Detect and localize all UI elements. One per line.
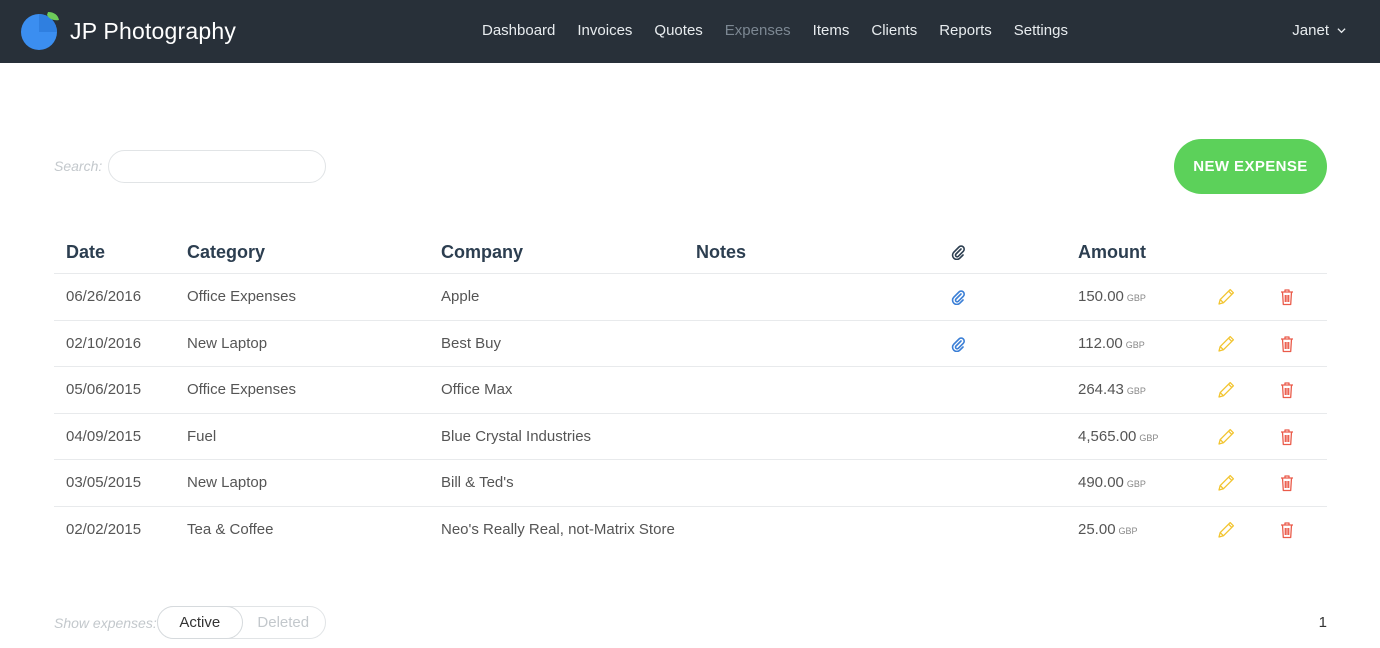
top-navbar: JP Photography Dashboard Invoices Quotes… [0,0,1380,63]
cell-company: Office Max [441,381,513,398]
header-amount[interactable]: Amount [1078,242,1146,263]
currency-code: GBP [1126,293,1146,303]
currency-code: GBP [1126,479,1146,489]
pencil-icon[interactable] [1216,380,1236,400]
amount-value: 4,565.00 [1078,427,1137,445]
amount-value: 25.00 [1078,520,1116,538]
cell-date: 05/06/2015 [66,381,142,398]
table-row[interactable]: 02/10/2016 New Laptop Best Buy 112.00 GBP [54,321,1327,367]
cell-amount: 4,565.00 GBP [1078,428,1158,445]
toggle-deleted[interactable]: Deleted [242,607,326,638]
main-nav: Dashboard Invoices Quotes Expenses Items… [482,0,1090,60]
cell-company: Blue Crystal Industries [441,427,592,445]
paperclip-icon [950,244,966,260]
search-label: Search: [54,158,103,174]
cell-amount: 264.43 GBP [1078,381,1146,398]
logo-icon [20,11,60,51]
chevron-down-icon [1337,26,1346,35]
show-expenses-toggle: Active Deleted [157,606,326,639]
table-body: 06/26/2016 Office Expenses Apple 150.00 GBP 0… [54,274,1327,553]
pencil-icon[interactable] [1216,287,1236,307]
currency-code: GBP [1126,386,1146,396]
pencil-icon[interactable] [1216,520,1236,540]
cell-category: Office Expenses [187,288,296,305]
nav-clients[interactable]: Clients [871,22,917,39]
table-row[interactable]: 02/02/2015 Tea & Coffee Neo's Really Real,… [54,507,1327,554]
header-category[interactable]: Category [187,242,265,263]
cell-amount: 490.00 GBP [1078,474,1146,491]
trash-icon[interactable] [1280,474,1294,492]
user-name: Janet [1292,21,1329,39]
nav-quotes[interactable]: Quotes [654,22,702,39]
new-expense-button[interactable]: NEW EXPENSE [1174,139,1327,194]
nav-reports[interactable]: Reports [939,22,992,39]
cell-company: Bill & Ted's [441,474,514,491]
paperclip-icon[interactable] [950,336,966,352]
trash-icon[interactable] [1280,428,1294,446]
cell-company: Neo's Really Real, not-Matrix Store [441,520,675,538]
expenses-table: Date Category Company Notes Amount 06/26… [54,230,1327,553]
cell-amount: 112.00 GBP [1078,335,1145,352]
paperclip-icon[interactable] [950,289,966,305]
cell-amount: 150.00 GBP [1078,288,1146,305]
toggle-active[interactable]: Active [157,606,243,639]
table-row[interactable]: 04/09/2015 Fuel Blue Crystal Industries 4,5… [54,414,1327,460]
currency-code: GBP [1118,525,1138,536]
nav-items[interactable]: Items [813,22,850,39]
header-date[interactable]: Date [66,242,105,263]
cell-company: Apple [441,288,480,305]
cell-company: Best Buy [441,334,502,352]
cell-date: 02/10/2016 [66,334,142,352]
cell-category: Office Expenses [187,381,296,398]
amount-value: 490.00 [1078,474,1124,491]
pencil-icon[interactable] [1216,427,1236,447]
currency-code: GBP [1125,339,1145,350]
user-menu[interactable]: Janet [1292,0,1346,60]
nav-settings[interactable]: Settings [1014,22,1068,39]
cell-category: New Laptop [187,474,268,491]
pencil-icon[interactable] [1216,334,1236,354]
amount-value: 112.00 [1078,334,1123,352]
trash-icon[interactable] [1280,288,1294,306]
cell-category: New Laptop [187,334,268,352]
nav-expenses[interactable]: Expenses [725,22,791,39]
nav-invoices[interactable]: Invoices [577,22,632,39]
table-row[interactable]: 06/26/2016 Office Expenses Apple 150.00 GBP [54,274,1327,321]
trash-icon[interactable] [1280,335,1294,353]
currency-code: GBP [1139,432,1159,443]
page-number[interactable]: 1 [1319,614,1327,631]
cell-amount: 25.00 GBP [1078,521,1138,538]
header-company[interactable]: Company [441,242,523,263]
show-expenses-label: Show expenses: [54,615,157,631]
pencil-icon[interactable] [1216,473,1236,493]
trash-icon[interactable] [1280,521,1294,539]
brand-name: JP Photography [70,17,237,44]
nav-dashboard[interactable]: Dashboard [482,22,555,39]
header-notes[interactable]: Notes [696,242,746,263]
search-input[interactable] [108,150,326,183]
table-row[interactable]: 03/05/2015 New Laptop Bill & Ted's 490.00 GB… [54,460,1327,507]
table-row[interactable]: 05/06/2015 Office Expenses Office Max 264.4… [54,367,1327,414]
cell-date: 02/02/2015 [66,520,142,538]
cell-category: Fuel [187,427,217,445]
amount-value: 150.00 [1078,288,1124,305]
amount-value: 264.43 [1078,381,1124,398]
trash-icon[interactable] [1280,381,1294,399]
brand[interactable]: JP Photography [20,10,236,52]
cell-date: 06/26/2016 [66,288,142,305]
cell-date: 04/09/2015 [66,427,142,445]
table-header: Date Category Company Notes Amount [54,230,1327,274]
cell-category: Tea & Coffee [187,520,274,538]
cell-date: 03/05/2015 [66,474,142,491]
